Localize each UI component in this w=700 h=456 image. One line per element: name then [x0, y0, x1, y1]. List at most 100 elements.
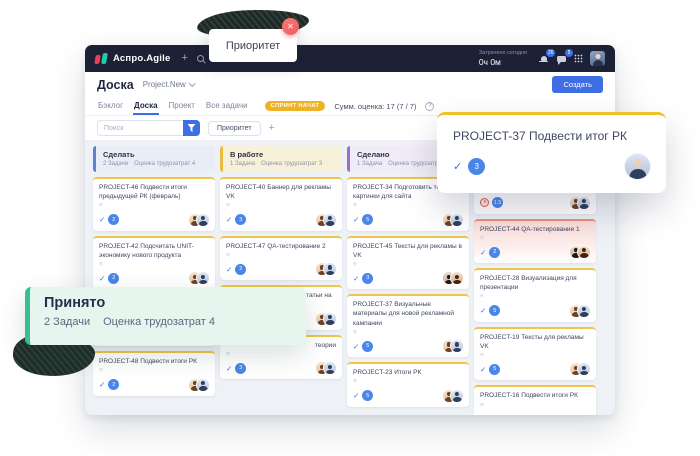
points-badge: 5 — [489, 364, 500, 375]
task-id: PROJECT-44 — [480, 226, 521, 233]
card-footer: ✓5 — [480, 305, 590, 317]
check-icon: ✓ — [353, 215, 359, 224]
check-icon: ✓ — [353, 274, 359, 283]
notifications-button[interactable]: 26 — [538, 53, 549, 64]
quick-add-icon[interactable]: + — [181, 53, 187, 64]
tab-1[interactable]: Доска — [133, 97, 158, 115]
check-icon: ✓ — [226, 265, 232, 274]
assignee-avatar[interactable] — [451, 272, 463, 284]
check-icon: ✓ — [99, 380, 105, 389]
points-badge: 2 — [108, 379, 119, 390]
tabs: Бэклог Доска Проект Все задачи — [97, 97, 249, 115]
assignee-avatar[interactable] — [451, 390, 463, 402]
assignee-avatar[interactable] — [324, 263, 336, 275]
task-card-project-28[interactable]: PROJECT-28 Визуализация для презентации ≡… — [474, 268, 596, 322]
assignee-avatar[interactable] — [197, 272, 209, 284]
search-input[interactable] — [97, 120, 183, 136]
filter-button[interactable] — [183, 120, 200, 136]
description-icon: ≡ — [353, 262, 463, 269]
assignee-avatars — [443, 390, 463, 402]
sprint-summary: Сумм. оценка: 17 (7 / 7) — [334, 102, 416, 111]
task-title: PROJECT-16 Подвести итоги РК — [480, 391, 590, 400]
task-card-project-47[interactable]: PROJECT-47 QA-тестирование 2≡✓2 — [220, 236, 342, 281]
assignee-avatar[interactable] — [324, 313, 336, 325]
card-footer-left: ✓2 — [99, 214, 119, 225]
card-footer: ✓3 — [226, 214, 336, 226]
description-icon: ≡ — [226, 352, 336, 359]
assignee-avatars — [443, 214, 463, 226]
tab-2[interactable]: Проект — [168, 97, 196, 115]
notifications-badge: 26 — [546, 49, 555, 57]
card-footer-left: ✓5 — [480, 305, 500, 316]
assignee-avatar[interactable] — [451, 340, 463, 352]
sprint-status-badge: СПРИНТ НАЧАТ — [265, 101, 326, 111]
search-icon[interactable] — [197, 55, 204, 62]
assignee-avatar[interactable] — [578, 246, 590, 258]
add-filter-button[interactable]: + — [269, 123, 275, 134]
board-column-0: Сделать2 ЗадачиОценка трудозатрат 4PROJE… — [93, 146, 215, 415]
assignee-avatar[interactable] — [578, 197, 590, 209]
task-id: PROJECT-47 — [226, 243, 267, 250]
chevron-down-icon — [189, 80, 195, 86]
messages-badge: 5 — [565, 49, 573, 57]
task-popup-card[interactable]: PROJECT-37 Подвести итог РК ✓ 3 — [437, 112, 666, 193]
assignee-avatar[interactable] — [578, 363, 590, 375]
time-tracker-value: 0ч 0м — [479, 57, 527, 67]
task-card-project-48[interactable]: PROJECT-48 Подвести итоги РК≡✓2 — [93, 351, 215, 396]
user-avatar[interactable] — [590, 51, 605, 66]
assignee-avatar[interactable] — [324, 214, 336, 226]
assignee-avatar[interactable] — [451, 214, 463, 226]
task-card-project-37[interactable]: PROJECT-37 Визуальные материалы для ново… — [347, 294, 469, 357]
assignee-avatars — [570, 363, 590, 375]
card-footer: ✓2 — [99, 379, 209, 391]
assignee-avatar[interactable] — [625, 154, 650, 179]
task-card-project-46[interactable]: PROJECT-46 Подвести итоги предыдущей РК … — [93, 177, 215, 231]
page-header: Доска Project.New Создать — [85, 72, 615, 97]
app-logo-icon[interactable] — [95, 53, 106, 64]
description-icon: ≡ — [353, 379, 463, 386]
task-card-project-19[interactable]: PROJECT-19 Тексты для рекламы VK≡✓5 — [474, 327, 596, 381]
points-badge: 2 — [108, 273, 119, 284]
card-footer-left: ✓5 — [353, 214, 373, 225]
task-id: PROJECT-40 — [226, 184, 267, 191]
card-footer-left: ✓3 — [226, 214, 246, 225]
tab-0[interactable]: Бэклог — [97, 97, 124, 115]
help-icon[interactable]: ? — [425, 102, 434, 111]
column-header[interactable]: Сделать2 ЗадачиОценка трудозатрат 4 — [93, 146, 215, 172]
description-icon: ≡ — [226, 203, 336, 210]
apps-grid-icon[interactable] — [574, 54, 583, 63]
card-footer — [480, 413, 590, 415]
task-card-project-40[interactable]: PROJECT-40 Баннер для рекламы VK≡✓3 — [220, 177, 342, 231]
card-footer: ✓5 — [353, 390, 463, 402]
description-icon: ≡ — [480, 294, 590, 301]
priority-filter-chip[interactable]: Приоритет — [208, 121, 261, 136]
card-footer-left: ✓2 — [99, 273, 119, 284]
create-button[interactable]: Создать — [552, 76, 603, 93]
task-title: PROJECT-47 QA-тестирование 2 — [226, 242, 336, 251]
column-title: Сделать — [103, 150, 208, 159]
task-title: PROJECT-28 Визуализация для презентации — [480, 274, 590, 292]
board-select[interactable]: Project.New — [143, 80, 195, 89]
column-header[interactable]: В работе1 ЗадачаОценка трудозатрат 3 — [220, 146, 342, 172]
assignee-avatar[interactable] — [578, 305, 590, 317]
task-card-project-44[interactable]: PROJECT-44 QA-тестирование 1≡✓2 — [474, 219, 596, 264]
close-icon[interactable]: ✕ — [282, 18, 299, 35]
points-badge: 3 — [235, 214, 246, 225]
check-icon: ✓ — [353, 391, 359, 400]
card-footer-left: ✓2 — [99, 379, 119, 390]
assignee-avatars — [316, 313, 336, 325]
points-badge: 5 — [489, 305, 500, 316]
assignee-avatar[interactable] — [324, 362, 336, 374]
messages-button[interactable]: 5 — [556, 53, 567, 64]
task-card-project-23[interactable]: PROJECT-23 Итоги РК≡✓5 — [347, 362, 469, 407]
tab-3[interactable]: Все задачи — [205, 97, 249, 115]
task-card-project-42[interactable]: PROJECT-42 Подсчитать UNIT-экономику нов… — [93, 236, 215, 290]
card-footer: ✓2 — [99, 272, 209, 284]
task-card-project-16[interactable]: PROJECT-16 Подвести итоги РК≡ — [474, 385, 596, 415]
card-footer: 1.5 — [480, 197, 590, 209]
assignee-avatar[interactable] — [197, 214, 209, 226]
description-icon: ≡ — [99, 262, 209, 269]
task-card-project-45[interactable]: PROJECT-45 Тексты для рекламы в VK≡✓3 — [347, 236, 469, 290]
column-count: 2 Задачи — [103, 161, 128, 167]
assignee-avatar[interactable] — [197, 379, 209, 391]
